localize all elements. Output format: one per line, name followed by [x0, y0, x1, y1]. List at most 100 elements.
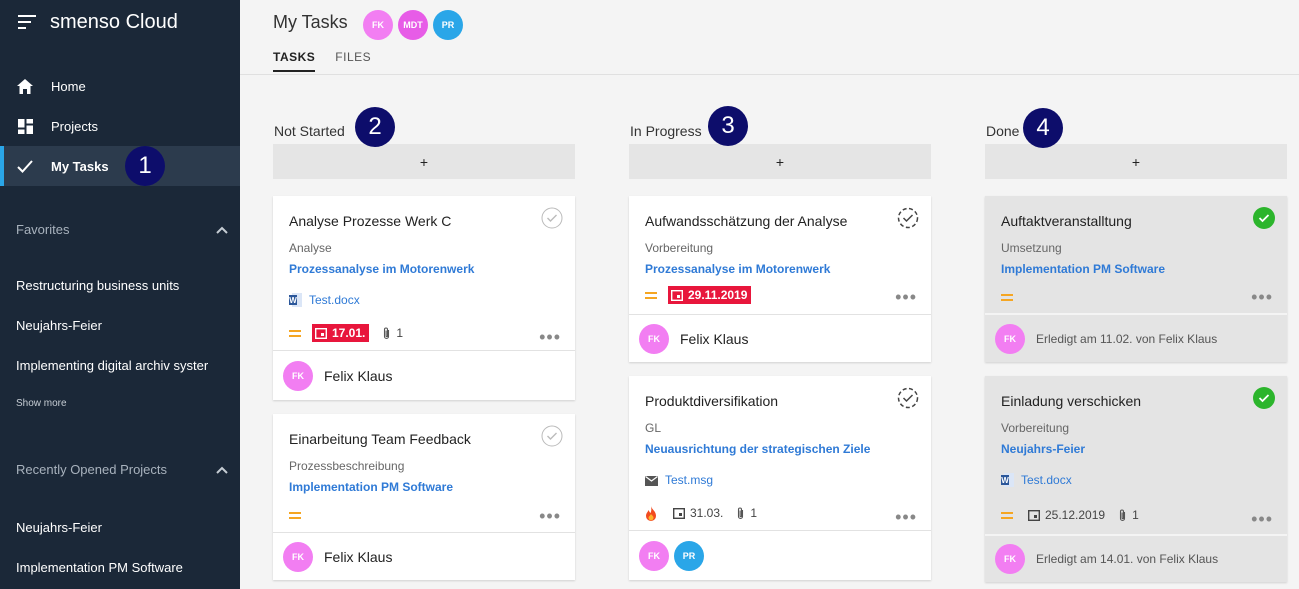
sidebar-item-my-tasks[interactable]: My Tasks: [0, 146, 240, 186]
dashboard-icon: [16, 117, 34, 135]
avatar[interactable]: FK: [639, 540, 669, 571]
task-project-link[interactable]: Prozessanalyse im Motorenwerk: [289, 262, 474, 276]
avatar[interactable]: PR: [433, 10, 463, 40]
recent-project-item[interactable]: Neujahrs-Feier: [16, 520, 236, 535]
favorite-item[interactable]: Neujahrs-Feier: [16, 318, 236, 333]
done-check-icon[interactable]: [1253, 207, 1275, 229]
avatar[interactable]: FK: [639, 323, 669, 354]
attachment-count: 1: [1132, 508, 1139, 522]
done-check-icon[interactable]: [1253, 387, 1275, 409]
recent-projects-header[interactable]: Recently Opened Projects: [16, 462, 228, 477]
sidebar-item-home[interactable]: Home: [0, 66, 240, 106]
task-card[interactable]: Produktdiversifikation GL Neuausrichtung…: [629, 376, 931, 580]
file-name: Test.docx: [309, 293, 360, 307]
task-title: Einladung verschicken: [1001, 393, 1142, 409]
task-project-link[interactable]: Neuausrichtung der strategischen Ziele: [645, 442, 870, 456]
task-card[interactable]: Auftaktveranstalltung Umsetzung Implemen…: [985, 196, 1287, 362]
brand: smenso Cloud: [18, 10, 178, 34]
word-icon: W: [289, 293, 302, 307]
in-progress-check-icon[interactable]: [897, 207, 919, 229]
file-name: Test.msg: [665, 473, 714, 487]
attachment-count: 1: [750, 506, 758, 520]
task-project-link[interactable]: Implementation PM Software: [1001, 262, 1165, 276]
assignee-name: Felix Klaus: [324, 548, 393, 565]
due-date: 29.11.2019: [688, 288, 748, 302]
show-more-link[interactable]: Show more: [16, 398, 67, 409]
annotation-badge-1: 1: [125, 146, 165, 186]
tab-tasks[interactable]: TASKS: [273, 50, 316, 72]
menu-icon[interactable]: [18, 15, 36, 29]
annotation-badge-3: 3: [708, 106, 748, 146]
more-options-icon[interactable]: •••: [895, 508, 917, 526]
check-icon: [16, 157, 34, 175]
in-progress-check-icon[interactable]: [897, 387, 919, 409]
word-icon: W: [1001, 473, 1014, 487]
paperclip-icon: [738, 507, 744, 519]
due-date: 17.01.: [332, 326, 366, 340]
task-meta: 17.01. 1: [289, 324, 403, 342]
task-card[interactable]: Einarbeitung Team Feedback Prozessbeschr…: [273, 414, 575, 580]
tab-files[interactable]: FILES: [335, 50, 371, 72]
priority-medium-icon: [1001, 511, 1013, 520]
due-date: 25.12.2019: [1045, 508, 1106, 522]
avatar[interactable]: FK: [363, 10, 393, 40]
more-options-icon[interactable]: •••: [1251, 510, 1273, 528]
favorites-header[interactable]: Favorites: [16, 222, 228, 237]
task-meta: [1001, 291, 1024, 303]
due-date-label[interactable]: 31.03.: [673, 506, 723, 520]
sidebar-item-label: Home: [51, 78, 86, 94]
task-assignee-row: FK PR: [629, 530, 931, 580]
avatar[interactable]: FK: [283, 541, 313, 572]
calendar-icon: [315, 328, 327, 339]
add-task-button[interactable]: +: [985, 144, 1287, 179]
attachments[interactable]: 1: [736, 506, 757, 520]
more-options-icon[interactable]: •••: [539, 328, 561, 346]
priority-medium-icon: [289, 511, 301, 520]
check-circle-icon[interactable]: [541, 207, 563, 229]
due-date-label[interactable]: 25.12.2019: [1028, 508, 1105, 522]
task-meta: 29.11.2019: [645, 286, 764, 304]
completion-note: Erledigt am 14.01. von Felix Klaus: [1036, 552, 1219, 566]
task-project-link[interactable]: Prozessanalyse im Motorenwerk: [645, 262, 830, 276]
fire-icon: [646, 505, 656, 521]
attachments[interactable]: 1: [382, 326, 403, 340]
avatar[interactable]: MDT: [398, 10, 428, 40]
calendar-icon: [1028, 510, 1040, 521]
check-circle-icon[interactable]: [541, 425, 563, 447]
task-title: Aufwandsschätzung der Analyse: [645, 213, 848, 229]
avatar[interactable]: PR: [674, 540, 704, 571]
task-file[interactable]: W Test.docx: [1001, 473, 1072, 487]
more-options-icon[interactable]: •••: [895, 288, 917, 306]
due-date-badge[interactable]: 29.11.2019: [668, 286, 752, 304]
avatar[interactable]: FK: [995, 323, 1025, 354]
attachments[interactable]: 1: [1118, 508, 1139, 522]
recent-project-item[interactable]: Implementation PM Software: [16, 560, 236, 575]
chevron-up-icon: [216, 466, 228, 474]
sidebar: smenso Cloud Home Projects My Tasks 1 Fa…: [0, 0, 240, 589]
calendar-icon: [673, 508, 685, 519]
column-title: Not Started: [274, 123, 345, 139]
add-task-button[interactable]: +: [629, 144, 931, 179]
more-options-icon[interactable]: •••: [539, 507, 561, 525]
more-options-icon[interactable]: •••: [1251, 288, 1273, 306]
sidebar-item-projects[interactable]: Projects: [0, 106, 240, 146]
task-card[interactable]: Analyse Prozesse Werk C Analyse Prozessa…: [273, 196, 575, 400]
favorite-item[interactable]: Implementing digital archiv syster: [16, 358, 236, 373]
task-card[interactable]: Aufwandsschätzung der Analyse Vorbereitu…: [629, 196, 931, 362]
column-title: Done: [986, 123, 1020, 139]
favorite-item[interactable]: Restructuring business units: [16, 278, 236, 293]
add-task-button[interactable]: +: [273, 144, 575, 179]
task-phase: Prozessbeschreibung: [289, 459, 405, 473]
avatar[interactable]: FK: [995, 544, 1025, 574]
task-project-link[interactable]: Implementation PM Software: [289, 480, 453, 494]
task-file[interactable]: Test.msg: [645, 473, 713, 487]
task-project-link[interactable]: Neujahrs-Feier: [1001, 442, 1085, 456]
task-card[interactable]: Einladung verschicken Vorbereitung Neuja…: [985, 376, 1287, 582]
favorites-title: Favorites: [16, 222, 70, 237]
task-assignee-row: FK Felix Klaus: [273, 350, 575, 400]
avatar[interactable]: FK: [283, 360, 313, 391]
task-meta: [289, 509, 312, 521]
page-title: My Tasks: [273, 12, 348, 32]
task-file[interactable]: W Test.docx: [289, 293, 360, 307]
due-date-badge[interactable]: 17.01.: [312, 324, 370, 342]
